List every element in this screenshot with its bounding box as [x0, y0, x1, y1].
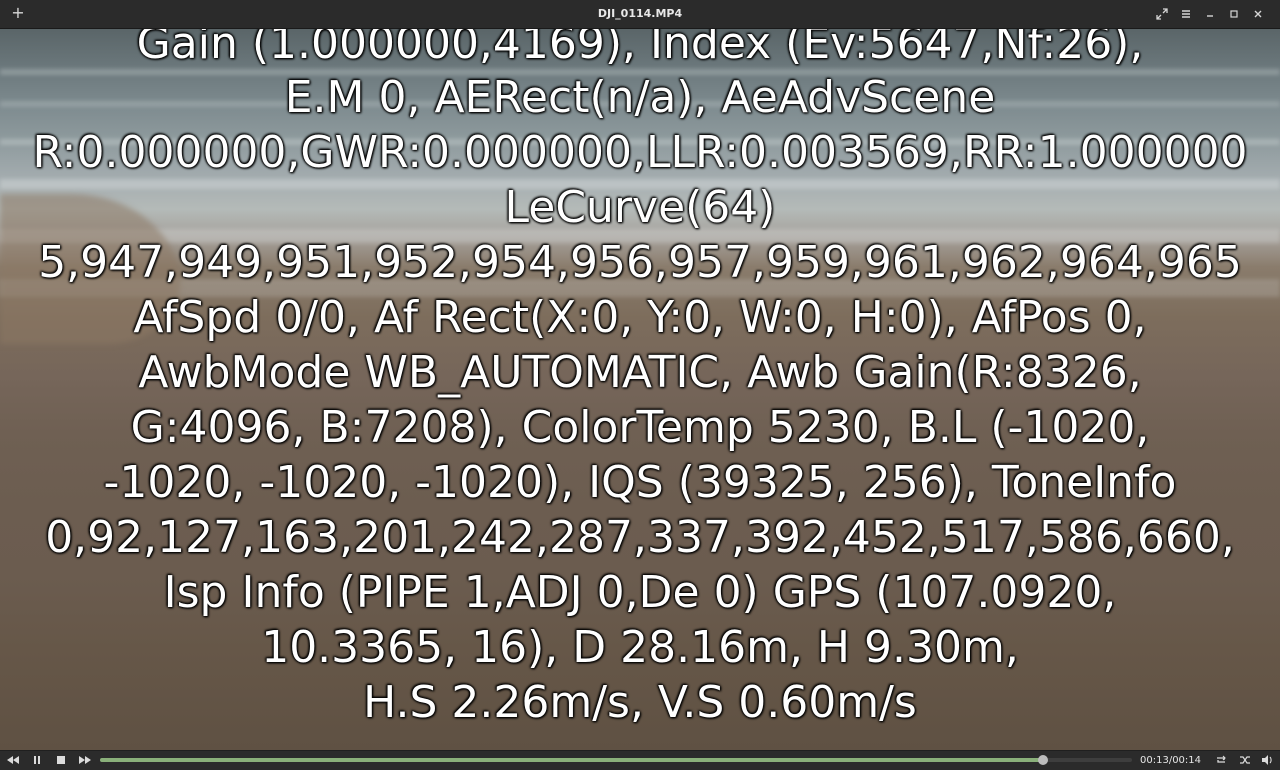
seek-bar[interactable]: [100, 755, 1132, 765]
overlay-line: Isp Info (PIPE 1,ADJ 0,De 0) GPS (107.09…: [163, 567, 1117, 618]
seek-progress: [100, 758, 1044, 762]
menu-icon[interactable]: [1174, 0, 1198, 28]
overlay-line: AwbMode WB_AUTOMATIC, Awb Gain(R:8326,: [138, 347, 1142, 398]
player-controls: 00:13/00:14: [0, 750, 1280, 770]
stop-icon[interactable]: [53, 753, 69, 767]
overlay-line: Gain (1.000000,4169), Index (Ev:5647,Nf:…: [136, 29, 1144, 69]
close-icon[interactable]: [1246, 0, 1270, 28]
fast-forward-icon[interactable]: [77, 753, 93, 767]
overlay-line: G:4096, B:7208), ColorTemp 5230, B.L (-1…: [130, 402, 1150, 453]
add-icon[interactable]: +: [11, 5, 25, 21]
loop-icon[interactable]: [1213, 753, 1229, 767]
seek-handle[interactable]: [1038, 755, 1049, 765]
overlay-line: 5,947,949,951,952,954,956,957,959,961,96…: [38, 237, 1242, 288]
overlay-line: 0,92,127,163,201,242,287,337,392,452,517…: [45, 512, 1235, 563]
rewind-icon[interactable]: [5, 753, 21, 767]
overlay-line: LeCurve(64): [504, 182, 776, 233]
overlay-line: E.M 0, AERect(n/a), AeAdvScene: [284, 72, 996, 123]
overlay-line: AfSpd 0/0, Af Rect(X:0, Y:0, W:0, H:0), …: [133, 292, 1147, 343]
pause-icon[interactable]: [29, 753, 45, 767]
overlay-line: 10.3365, 16), D 28.16m, H 9.30m,: [261, 622, 1019, 673]
fullscreen-icon[interactable]: [1150, 0, 1174, 28]
maximize-icon[interactable]: [1222, 0, 1246, 28]
telemetry-overlay: Gain (1.000000,4169), Index (Ev:5647,Nf:…: [0, 29, 1280, 750]
volume-icon[interactable]: [1259, 753, 1275, 767]
video-frame[interactable]: Gain (1.000000,4169), Index (Ev:5647,Nf:…: [0, 29, 1280, 750]
window-controls: [1150, 0, 1270, 28]
minimize-icon[interactable]: [1198, 0, 1222, 28]
overlay-line: H.S 2.26m/s, V.S 0.60m/s: [363, 677, 917, 728]
shuffle-icon[interactable]: [1237, 753, 1253, 767]
overlay-line: R:0.000000,GWR:0.000000,LLR:0.003569,RR:…: [32, 127, 1248, 178]
window-title: DJI_0114.MP4: [597, 7, 683, 20]
time-display: 00:13/00:14: [1140, 755, 1202, 766]
overlay-line: -1020, -1020, -1020), IQS (39325, 256), …: [103, 457, 1177, 508]
title-bar: + DJI_0114.MP4: [0, 0, 1280, 29]
